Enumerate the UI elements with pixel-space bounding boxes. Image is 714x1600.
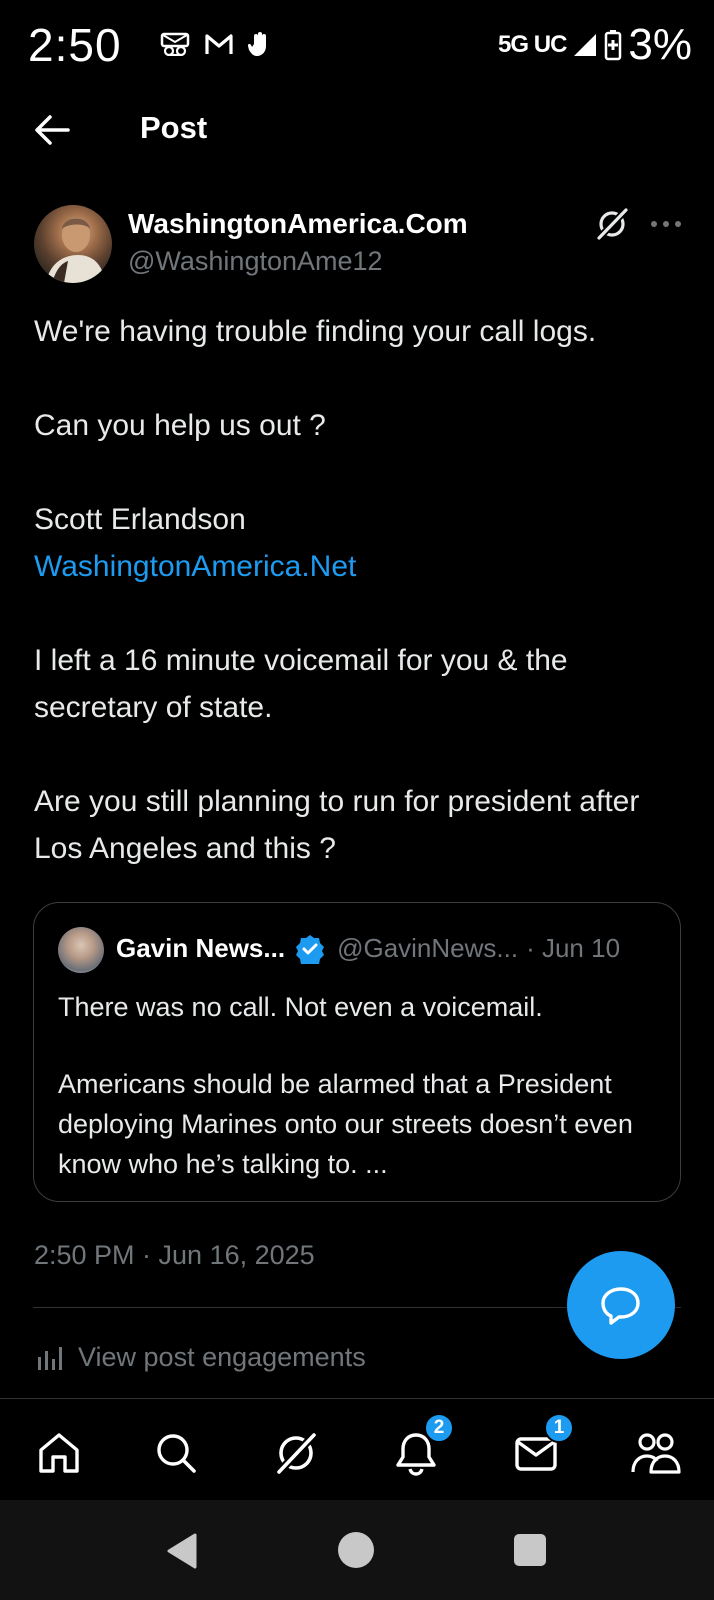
quoted-author-handle: @GavinNews... xyxy=(337,933,519,963)
network-label: 5G UC xyxy=(498,31,567,58)
quoted-post-date: · Jun 10 xyxy=(526,933,621,963)
voicemail-icon xyxy=(160,32,190,56)
nav-search[interactable] xyxy=(150,1427,202,1479)
post-text: We're having trouble finding your call l… xyxy=(34,308,684,872)
back-arrow-icon[interactable] xyxy=(32,112,72,148)
quoted-paragraph: Americans should be alarmed that a Presi… xyxy=(58,1069,633,1179)
status-time: 2:50 xyxy=(28,19,122,71)
view-engagements-label: View post engagements xyxy=(78,1342,366,1372)
grok-icon xyxy=(277,1433,316,1474)
post-timestamp: 2:50 PM · Jun 16, 2025 xyxy=(34,1240,315,1270)
author-handle[interactable]: @WashingtonAme12 xyxy=(128,246,383,277)
quoted-author-name: Gavin News... xyxy=(116,933,286,963)
nav-grok[interactable] xyxy=(270,1427,322,1479)
quoted-post-card[interactable]: Gavin News... @GavinNews... · Jun 10 The… xyxy=(33,902,681,1202)
system-home-icon[interactable] xyxy=(338,1532,374,1568)
home-icon xyxy=(39,1433,79,1473)
quoted-post-header: Gavin News... @GavinNews... · Jun 10 xyxy=(116,933,620,964)
nav-communities[interactable] xyxy=(630,1427,682,1479)
author-name[interactable]: WashingtonAmerica.Com xyxy=(128,208,468,240)
battery-level: 3% xyxy=(628,20,692,69)
battery-icon xyxy=(605,30,622,61)
bar-chart-icon xyxy=(38,1346,62,1370)
post-link[interactable]: WashingtonAmerica.Net xyxy=(34,543,684,590)
post-paragraph: Can you help us out ? xyxy=(34,409,326,442)
system-navigation-bar xyxy=(0,1500,714,1600)
search-icon xyxy=(157,1434,196,1473)
quoted-post-text: There was no call. Not even a voicemail.… xyxy=(58,987,658,1184)
post-paragraph: Scott Erlandson xyxy=(34,503,246,536)
quoted-author-avatar xyxy=(58,927,104,973)
grok-icon[interactable] xyxy=(594,206,630,242)
verified-badge-icon xyxy=(296,934,325,964)
quoted-paragraph: There was no call. Not even a voicemail. xyxy=(58,992,543,1022)
status-notification-icons xyxy=(160,30,272,58)
reply-bubble-icon xyxy=(601,1287,640,1325)
communities-icon xyxy=(631,1433,681,1474)
gmail-icon xyxy=(205,34,233,54)
post-paragraph: We're having trouble finding your call l… xyxy=(34,315,597,348)
view-engagements-link[interactable]: View post engagements xyxy=(36,1342,366,1373)
hand-icon xyxy=(248,32,266,56)
bottom-nav: 2 1 xyxy=(0,1398,714,1501)
post-paragraph: I left a 16 minute voicemail for you & t… xyxy=(34,644,568,724)
system-recents-icon[interactable] xyxy=(514,1534,546,1566)
avatar-portrait-icon xyxy=(46,218,106,283)
messages-badge: 1 xyxy=(544,1413,574,1443)
more-options-icon[interactable] xyxy=(646,206,686,242)
system-back-icon[interactable] xyxy=(165,1532,199,1570)
notifications-badge: 2 xyxy=(424,1413,454,1443)
reply-fab-button[interactable] xyxy=(567,1251,675,1359)
page-title: Post xyxy=(140,110,208,145)
post-paragraph: Are you still planning to run for presid… xyxy=(34,785,640,865)
signal-icon xyxy=(574,34,597,56)
nav-home[interactable] xyxy=(33,1427,85,1479)
nav-notifications[interactable]: 2 xyxy=(390,1413,454,1479)
nav-messages[interactable]: 1 xyxy=(510,1413,574,1479)
author-avatar[interactable] xyxy=(34,205,112,283)
status-right: 5G UC 3% xyxy=(498,20,692,70)
